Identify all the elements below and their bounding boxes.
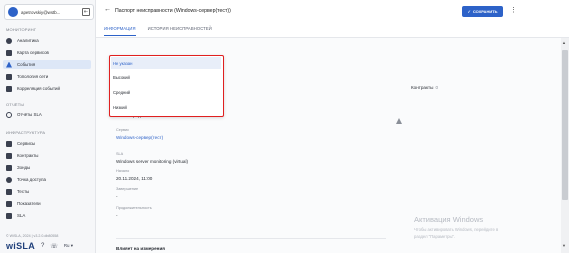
avatar-icon [8, 7, 18, 17]
sidebar-item-analytics[interactable]: Аналитика [3, 36, 91, 45]
sla-report-icon [6, 111, 12, 118]
sidebar-item-label: Сервисы [17, 141, 36, 146]
collapse-sidebar-icon[interactable]: ⇤ [82, 8, 90, 16]
metrics-icon [6, 200, 12, 207]
sidebar-item-label: Зонды [17, 165, 31, 170]
page-title: Паспорт неисправности (Windows-сервер(те… [115, 8, 231, 14]
sidebar-item-metrics[interactable]: Показатели [3, 199, 91, 208]
scroll-down-icon[interactable]: ▼ [562, 243, 566, 248]
sidebar-item-label: Показатели [17, 201, 41, 206]
dropdown-option-not-specified[interactable]: Не указан [111, 57, 221, 69]
end-label: Завершение [116, 187, 139, 191]
start-label: Начало [116, 169, 130, 173]
contracts-label: Контракты [411, 85, 434, 90]
user-name: apetrovskiy@wstb... [21, 9, 61, 15]
more-menu-icon[interactable]: ⋮ [510, 6, 517, 14]
sidebar-item-access-point[interactable]: Точка доступа [3, 175, 91, 184]
check-icon: ✓ [467, 9, 471, 14]
service-link[interactable]: Windows-сервер(тест) [116, 135, 163, 140]
sidebar-item-label: SLA [17, 213, 26, 218]
sidebar-item-events[interactable]: События [3, 60, 91, 69]
sidebar-item-services[interactable]: Сервисы [3, 139, 91, 148]
sidebar-item-label: Топология сети [17, 74, 49, 79]
correlation-icon [6, 85, 12, 92]
section-monitoring: МОНИТОРИНГ [6, 27, 37, 32]
help-icon[interactable]: ? [41, 243, 44, 249]
sidebar-item-correlation[interactable]: Корреляция событий [3, 84, 91, 93]
section-infrastructure: ИНФРАСТРУКТУРА [6, 130, 46, 135]
contracts-header: Контракты 0 [411, 85, 438, 90]
sidebar-item-label: Аналитика [17, 38, 39, 43]
impact-heading: Влияет на измерения [116, 246, 165, 251]
sidebar-item-probes[interactable]: Зонды [3, 163, 91, 172]
access-point-icon [6, 176, 12, 183]
sidebar-item-label: Корреляция событий [17, 86, 60, 91]
probes-icon [6, 164, 12, 171]
service-label: Сервис [116, 128, 130, 132]
dropdown-option-low[interactable]: Низкий [111, 101, 221, 113]
back-arrow-icon[interactable]: ← [104, 6, 111, 13]
sidebar-item-label: Тесты [17, 189, 30, 194]
windows-activation-text: Чтобы активировать Windows, перейдите в [414, 227, 499, 232]
tests-icon [6, 188, 12, 195]
warning-icon [396, 118, 402, 124]
main-panel: ← Паспорт неисправности (Windows-сервер(… [96, 0, 569, 253]
sidebar-item-sla[interactable]: SLA [3, 211, 91, 220]
sidebar-item-label: Карта сервисов [17, 50, 49, 55]
sla-icon [6, 212, 12, 219]
phone-icon[interactable]: ☏ [50, 243, 58, 250]
brand-bar: wiSLA ? ☏ Ru ▾ [6, 241, 73, 251]
dropdown-option-high[interactable]: Высокий [111, 71, 221, 83]
sidebar-item-service-map[interactable]: Карта сервисов [3, 48, 91, 57]
save-button-label: СОХРАНИТЬ [472, 9, 498, 14]
save-button[interactable]: ✓ СОХРАНИТЬ [462, 6, 503, 17]
sidebar-item-label: Контракты [17, 153, 39, 158]
duration-value: - [116, 213, 118, 218]
sidebar-item-tests[interactable]: Тесты [3, 187, 91, 196]
windows-activation-title: Активация Windows [414, 215, 484, 224]
user-menu[interactable]: apetrovskiy@wstb... ⇤ [4, 4, 94, 20]
duration-label: Продолжительность [116, 206, 152, 210]
tab-information[interactable]: ИНФОРМАЦИЯ [104, 26, 136, 36]
app-window: apetrovskiy@wstb... ⇤ МОНИТОРИНГ Аналити… [0, 0, 569, 253]
events-icon [6, 61, 12, 68]
priority-dropdown[interactable]: Не указан Высокий Средний Низкий [109, 55, 224, 117]
windows-activation-text-2: раздел "Параметры". [414, 234, 456, 239]
tab-bar: ИНФОРМАЦИЯ ИСТОРИЯ НЕИСПРАВНОСТЕЙ [104, 26, 212, 36]
section-reports: ОТЧЁТЫ [6, 102, 25, 107]
start-value: 20.11.2024, 11:00 [116, 176, 153, 181]
sla-label: SLA [116, 152, 124, 156]
analytics-icon [6, 37, 12, 44]
scroll-up-icon[interactable]: ▲ [562, 40, 566, 45]
dropdown-option-medium[interactable]: Средний [111, 86, 221, 98]
sidebar-item-label: События [17, 62, 36, 67]
wisla-logo: wiSLA [6, 241, 36, 251]
sidebar-item-label: Отчёты SLA [17, 112, 42, 117]
tab-fault-history[interactable]: ИСТОРИЯ НЕИСПРАВНОСТЕЙ [148, 26, 212, 36]
contracts-icon [6, 152, 12, 159]
sidebar-item-label: Точка доступа [17, 177, 46, 182]
scroll-thumb[interactable] [562, 50, 568, 200]
section-divider [116, 238, 386, 239]
sidebar-item-contracts[interactable]: Контракты [3, 151, 91, 160]
sidebar: apetrovskiy@wstb... ⇤ МОНИТОРИНГ Аналити… [0, 0, 96, 253]
sidebar-item-topology[interactable]: Топология сети [3, 72, 91, 81]
contracts-count: 0 [435, 85, 439, 90]
end-value: - [116, 194, 118, 199]
language-select[interactable]: Ru ▾ [64, 243, 73, 249]
map-icon [6, 49, 12, 56]
vertical-scrollbar[interactable]: ▲ ▼ [561, 38, 569, 253]
sidebar-item-sla-reports[interactable]: Отчёты SLA [3, 110, 91, 119]
version-text: © WiSLA, 2024 | v3.2.0.db80558 [6, 234, 59, 238]
page-header: ← Паспорт неисправности (Windows-сервер(… [96, 0, 569, 22]
topology-icon [6, 73, 12, 80]
sla-value: Windows server monitoring (virtual) [116, 159, 188, 164]
content-area: Уровень Не определено Сервис Windows-сер… [96, 38, 561, 253]
services-icon [6, 140, 12, 147]
